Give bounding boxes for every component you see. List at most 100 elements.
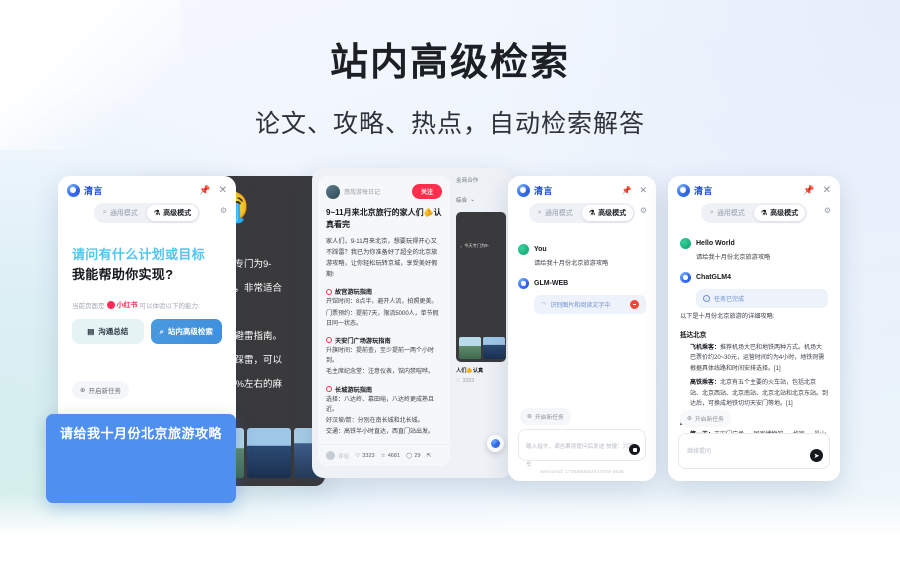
bot-name: GLM-WEB — [534, 279, 569, 287]
send-button[interactable]: ➤ — [810, 449, 823, 462]
star-stat[interactable]: ☆ 4681 — [381, 453, 400, 459]
brand: 清言 — [67, 184, 103, 197]
panel-header: 清言 📌 ✕ — [508, 176, 656, 201]
pin-icon[interactable]: 📌 — [803, 185, 814, 196]
mode-label: 高级模式 — [163, 210, 192, 217]
mode-tab-advanced[interactable]: ⚗ 高级模式 — [753, 205, 806, 221]
capability-buttons: ▤ 沟通总结 ⌕ 站内高级检索 — [72, 319, 222, 344]
assistant-fab-button[interactable] — [487, 435, 504, 452]
intro-heading-line2: 我能帮助你实现? — [72, 266, 174, 282]
stop-button[interactable] — [630, 299, 639, 309]
new-task-button[interactable]: ⊕ 开启新任务 — [72, 381, 129, 399]
share-stat[interactable]: ⇱ — [427, 453, 432, 459]
section-line: 交通：高铁半小时直达，西直门站出发。 — [326, 429, 435, 436]
mode-tab-advanced[interactable]: ⚗ 高级模式 — [581, 205, 634, 221]
bot-message-row: GLM-WEB — [518, 277, 646, 289]
bot-message-row: ChatGLM4 — [680, 271, 828, 283]
advanced-search-label: 站内高级检索 — [167, 327, 213, 336]
chevron-down-icon: ⌄ — [470, 197, 475, 203]
xiaohongshu-post-panel: 悠哉游每日记 关注 9~11月来北京旅行的家人们🫵认真看完 家人们，9-11月来… — [312, 168, 512, 478]
new-task-button[interactable]: ⊕ 开启新任务 — [520, 408, 571, 425]
pin-icon[interactable]: 📌 — [621, 186, 631, 195]
mode-label: 高级模式 — [770, 210, 799, 217]
avatar — [680, 238, 691, 249]
prompt-callout: 请给我十月份北京旅游攻略 — [46, 414, 237, 503]
task-status-chip: ◠ 识别图片和阅读文字中 — [534, 294, 646, 314]
related-post-like: ♡ 3323 — [456, 378, 506, 384]
brand-logo-icon — [67, 184, 80, 197]
conversation: Hello World 请给我十月份北京旅游攻略 ChatGLM4 ✓ 任务已完… — [668, 238, 840, 308]
new-task-label: 开启新任务 — [534, 415, 564, 421]
task-done-chip: ✓ 任务已完成 — [696, 288, 828, 308]
assistant-intro-panel: 清言 📌 ✕ ⌕ 通用模式 ⚗ 高级模式 ⚙ 请问有什么计划或目标 我能帮助你实… — [58, 176, 236, 441]
brand-name: 清言 — [84, 186, 103, 196]
brand-name: 清言 — [534, 186, 553, 196]
summary-button[interactable]: ▤ 沟通总结 — [72, 319, 144, 344]
pin-icon[interactable]: 📌 — [199, 185, 210, 196]
gear-icon[interactable]: ⚙ — [220, 206, 227, 215]
user-name: You — [534, 246, 547, 253]
avatar — [518, 277, 529, 289]
sort-select[interactable]: 综合 ⌄ — [456, 196, 506, 204]
panels-stage: 😭 人们: ，今天专门为9- 份攻略，非常适合 你们! 交通和避雷指南。 次旅游… — [0, 168, 900, 503]
mode-label: 通用模式 — [716, 210, 745, 217]
related-post-text: ，今天专门为9- — [460, 243, 489, 248]
post-side-column: 金商合作 综合 ⌄ ，今天专门为9- 人们🫵认真 ♡ 3323 — [450, 168, 512, 478]
avatar — [518, 244, 529, 255]
mode-tab-general[interactable]: ⌕ 通用模式 — [703, 205, 752, 221]
advanced-icon: ⚗ — [588, 210, 596, 217]
bot-name: ChatGLM4 — [696, 273, 731, 281]
summary-label: 沟通总结 — [98, 327, 129, 336]
section-line: 好汉坡/箭：分别在南长城和北长城。 — [326, 417, 424, 424]
mode-switcher: ⌕ 通用模式 ⚗ 高级模式 ⚙ — [58, 201, 236, 229]
plus-circle-icon: ⊕ — [527, 413, 532, 420]
message-composer[interactable]: 继续提问 ➤ — [678, 433, 830, 469]
panel-header: 清言 📌 ✕ — [668, 176, 840, 201]
search-icon: ⌕ — [709, 209, 714, 216]
stop-generating-button[interactable] — [629, 444, 640, 455]
bullet-ring-icon — [326, 386, 332, 392]
mode-tab-advanced[interactable]: ⚗ 高级模式 — [146, 205, 199, 221]
advanced-icon: ⚗ — [153, 210, 161, 217]
note-suffix: 可以体验以下的能力: — [139, 303, 200, 310]
gear-icon[interactable]: ⚙ — [640, 206, 647, 215]
follow-button[interactable]: 关注 — [411, 184, 442, 199]
close-icon[interactable]: ✕ — [823, 185, 831, 196]
avatar — [326, 451, 335, 460]
page-header: 站内高级检索 论文、攻略、热点，自动检索解答 — [0, 40, 900, 140]
gear-icon[interactable]: ⚙ — [824, 206, 831, 215]
answer-section-title: 抵达北京 — [680, 331, 707, 339]
brand: 清言 — [517, 184, 553, 197]
mode-tab-general[interactable]: ⌕ 通用模式 — [96, 205, 145, 221]
close-icon[interactable]: ✕ — [639, 186, 647, 195]
post-paragraph: 家人们，9-11月来北京，想要玩得开心又不踩雷？我已为你准备好了超全的北京旅游攻… — [326, 238, 438, 278]
user-message-row: Hello World — [680, 238, 828, 249]
like-count: 3323 — [362, 452, 375, 459]
composer-placeholder: 输入指令，调吉果按提问后发送 快捷：⌘回车 — [526, 444, 634, 468]
section-heading: 长城游玩指南 — [335, 386, 373, 394]
message-composer[interactable]: 输入指令，调吉果按提问后发送 快捷：⌘回车 — [518, 429, 646, 468]
business-link[interactable]: 金商合作 — [456, 176, 506, 184]
close-icon[interactable]: ✕ — [219, 185, 227, 196]
brand-logo-icon — [677, 184, 690, 197]
search-icon: ⌕ — [159, 326, 164, 336]
comment-input[interactable]: 评论 — [326, 451, 349, 460]
post-section: 故宫游玩指南 开馆时间：8点半，避开人流，拍照更美。 门票预约：提前7天，限流5… — [326, 287, 442, 329]
heart-icon: ♡ — [355, 452, 361, 459]
advanced-search-button[interactable]: ⌕ 站内高级检索 — [150, 319, 222, 344]
section-line: 升旗时间：提前查，至少提前一两个小时到。 — [326, 347, 435, 365]
comment-stat[interactable]: ◯ 29 — [406, 453, 421, 459]
page-title: 站内高级检索 — [329, 42, 570, 84]
comment-count: 29 — [414, 452, 421, 459]
thumbnail-image — [483, 337, 505, 359]
mode-label: 通用模式 — [544, 210, 573, 217]
like-stat[interactable]: ♡ 3323 — [355, 453, 374, 459]
post-section: 天安门广场游玩指南 升旗时间：提前查，至少提前一两个小时到。 毛主席纪念堂：注意… — [326, 336, 442, 378]
search-icon: ⌕ — [537, 209, 542, 216]
advanced-icon: ⚗ — [760, 210, 768, 217]
mode-tab-general[interactable]: ⌕ 通用模式 — [531, 205, 580, 221]
new-task-button[interactable]: ⊕ 开启新任务 — [680, 410, 731, 427]
comment-placeholder: 评论 — [338, 453, 350, 460]
related-post-thumbnail[interactable]: ，今天专门为9- — [456, 212, 506, 362]
comment-icon: ◯ — [406, 452, 413, 459]
